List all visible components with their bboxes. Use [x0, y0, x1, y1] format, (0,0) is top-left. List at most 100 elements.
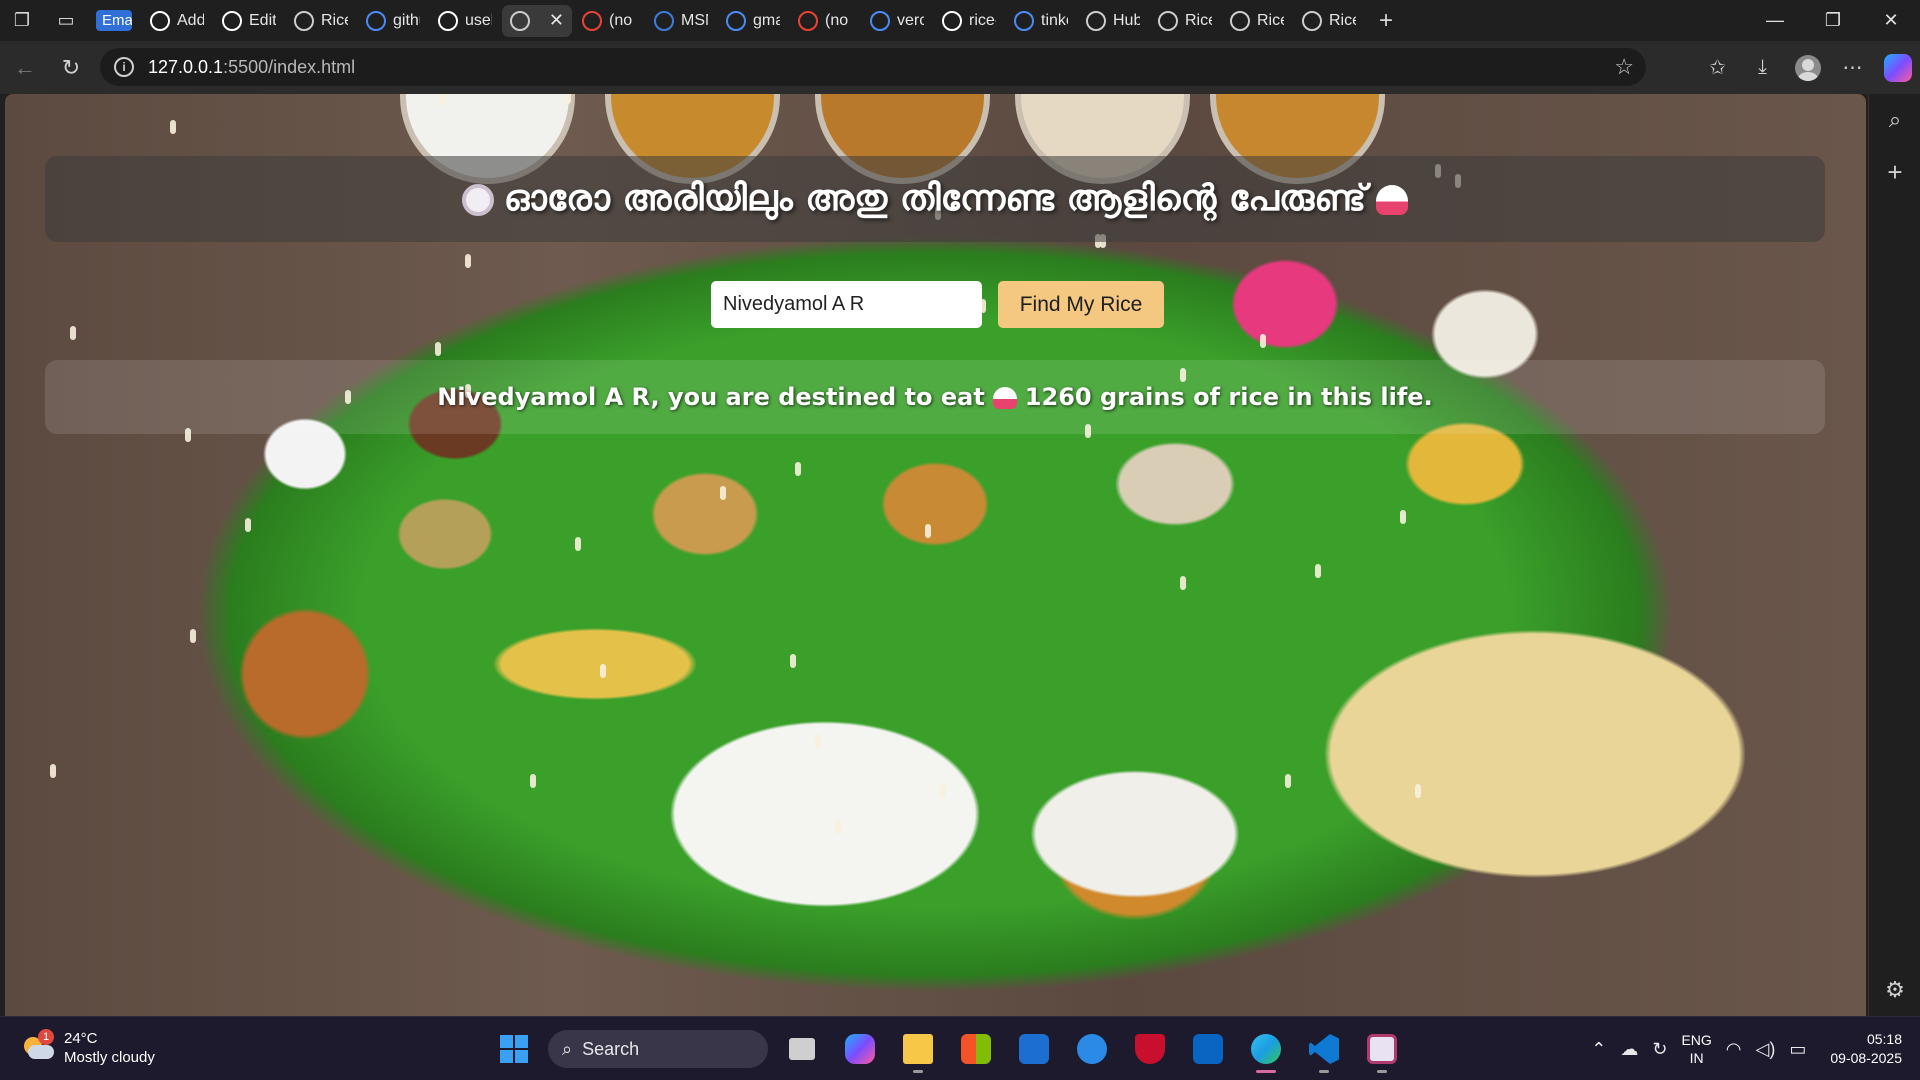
browser-tab[interactable]: github	[358, 5, 428, 37]
tab-label: (no sul	[609, 11, 636, 29]
browser-tab[interactable]: tinkerh	[1006, 5, 1076, 37]
page-viewport: ഓരോ അരിയിലും അതു തിന്നേണ്ട ആളിന്റെ പേരുണ…	[5, 94, 1866, 1016]
lang-bottom: IN	[1689, 1050, 1704, 1066]
favorite-star-icon[interactable]: ☆	[1614, 54, 1634, 80]
myhp-icon[interactable]	[1010, 1025, 1058, 1073]
workspaces-icon[interactable]: ❐	[0, 0, 44, 41]
result-banner: Nivedyamol A R, you are destined to eat 1…	[45, 360, 1825, 434]
clock-time: 05:18	[1866, 1031, 1902, 1047]
rice-grain	[50, 764, 56, 778]
rice-grain	[565, 94, 571, 104]
battery-icon[interactable]: ▭	[1789, 1039, 1806, 1060]
show-hidden-icons-chevron[interactable]: ⌃	[1591, 1039, 1606, 1060]
rice-grain	[795, 462, 801, 476]
github-icon	[222, 10, 242, 31]
rice-grain	[1400, 510, 1406, 524]
weather-widget[interactable]: 1 24°C Mostly cloudy	[20, 1029, 155, 1067]
tab-label: Rice D	[321, 11, 348, 29]
more-options-icon[interactable]: ⋯	[1830, 45, 1875, 90]
mcafee-icon[interactable]	[1126, 1025, 1174, 1073]
search-label: Search	[582, 1038, 640, 1059]
restore-button[interactable]: ❐	[1804, 0, 1862, 41]
downloads-icon[interactable]: ⤓	[1740, 45, 1785, 90]
toolbar-right: ✩ ⤓ ⋯	[1695, 41, 1920, 94]
rice-grain	[1180, 576, 1186, 590]
browser-tab[interactable]: Rice D	[1222, 5, 1292, 37]
taskbar-search[interactable]: ⌕ Search	[548, 1030, 768, 1068]
back-button[interactable]: ←	[2, 45, 48, 91]
copilot-app-icon[interactable]	[836, 1025, 884, 1073]
browser-tab[interactable]: Editing	[214, 5, 284, 37]
sidebar-settings-icon[interactable]: ⚙	[1869, 964, 1920, 1016]
onedrive-icon[interactable]: ☁	[1620, 1039, 1638, 1060]
browser-tab[interactable]: gmail	[718, 5, 788, 37]
browser-tab[interactable]: Rice D	[1294, 5, 1364, 37]
rice-grain	[465, 254, 471, 268]
vertical-tabs-icon[interactable]: ▭	[44, 0, 88, 41]
plate-icon	[461, 184, 494, 216]
windows-start-icon[interactable]	[490, 1025, 538, 1073]
edge-sidebar: ⌕ + ⚙	[1868, 94, 1920, 1016]
new-tab-button[interactable]: +	[1364, 0, 1408, 41]
site-info-icon[interactable]: i	[114, 57, 134, 77]
refresh-button[interactable]: ↻	[48, 45, 94, 91]
globe-icon	[1230, 10, 1250, 31]
volume-icon[interactable]: ◁)	[1756, 1039, 1776, 1060]
microsoft-store-icon[interactable]	[952, 1025, 1000, 1073]
browser-tab[interactable]: (no sul	[790, 5, 860, 37]
file-explorer-icon[interactable]	[894, 1025, 942, 1073]
address-toolbar: ← ↻ i 127.0.0.1:5500/index.html ☆ ✩ ⤓ ⋯	[0, 41, 1920, 94]
browser-tab[interactable]: MSN |	[646, 5, 716, 37]
minimize-button[interactable]: —	[1746, 0, 1804, 41]
search-icon	[870, 10, 890, 31]
browser-tab[interactable]: useless	[430, 5, 500, 37]
copilot-icon[interactable]	[1875, 45, 1920, 90]
address-bar[interactable]: i 127.0.0.1:5500/index.html ☆	[100, 48, 1646, 86]
lang-top: ENG	[1681, 1032, 1712, 1048]
browser-tab[interactable]: vercel	[862, 5, 932, 37]
favorites-icon[interactable]: ✩	[1695, 45, 1740, 90]
rice-grain	[815, 734, 821, 748]
system-tray: ⌃ ☁ ↻ ENG IN ◠ ◁) ▭ 05:18 09-08-2025	[1591, 1025, 1902, 1073]
browser-tab[interactable]: rice-de	[934, 5, 1004, 37]
github-icon	[438, 10, 458, 31]
profile-avatar[interactable]	[1785, 45, 1830, 90]
sync-icon[interactable]: ↻	[1652, 1039, 1667, 1060]
browser-tab[interactable]: Hub b	[1078, 5, 1148, 37]
sidebar-search-icon[interactable]: ⌕	[1869, 94, 1920, 146]
edge-browser-icon[interactable]	[1242, 1025, 1290, 1073]
browser-tab[interactable]: Rice D	[1150, 5, 1220, 37]
windows-taskbar: 1 24°C Mostly cloudy ⌕ Search ⌃ ☁ ↻ ENG …	[0, 1016, 1920, 1080]
globe-icon	[294, 10, 314, 31]
rice-bowl-icon	[1376, 185, 1409, 215]
result-suffix: 1260 grains of rice in this life.	[1024, 383, 1433, 411]
find-my-rice-button[interactable]: Find My Rice	[998, 281, 1164, 328]
name-input[interactable]	[711, 281, 982, 328]
tab-label: gmail	[753, 11, 780, 29]
browser-tab[interactable]: Rice D	[286, 5, 356, 37]
search-icon	[1014, 10, 1034, 31]
browser-tab[interactable]: (no sul	[574, 5, 644, 37]
get-help-icon[interactable]	[1068, 1025, 1116, 1073]
snipping-tool-icon[interactable]	[1358, 1025, 1406, 1073]
title-banner: ഓരോ അരിയിലും അതു തിന്നേണ്ട ആളിന്റെ പേരുണ…	[45, 156, 1825, 242]
vscode-icon[interactable]	[1300, 1025, 1348, 1073]
sidebar-add-icon[interactable]: +	[1869, 146, 1920, 198]
browser-tab[interactable]: R✕	[502, 4, 572, 37]
clock[interactable]: 05:18 09-08-2025	[1830, 1030, 1902, 1068]
close-window-button[interactable]: ✕	[1862, 0, 1920, 41]
result-prefix: Nivedyamol A R, you are destined to eat	[437, 383, 985, 411]
rice-grain	[835, 820, 841, 834]
weather-desc: Mostly cloudy	[64, 1049, 155, 1066]
browser-tab[interactable]: Email	[88, 5, 140, 37]
search-icon	[726, 10, 746, 31]
tab-label: Rice D	[1329, 11, 1356, 29]
wifi-icon[interactable]: ◠	[1726, 1039, 1742, 1060]
msn-icon	[654, 10, 674, 31]
weather-temp: 24°C	[64, 1030, 98, 1047]
close-tab-icon[interactable]: ✕	[549, 10, 564, 31]
task-view-icon[interactable]	[778, 1025, 826, 1073]
language-indicator[interactable]: ENG IN	[1681, 1031, 1711, 1067]
outlook-icon[interactable]	[1184, 1025, 1232, 1073]
browser-tab[interactable]: Add sc	[142, 5, 212, 37]
